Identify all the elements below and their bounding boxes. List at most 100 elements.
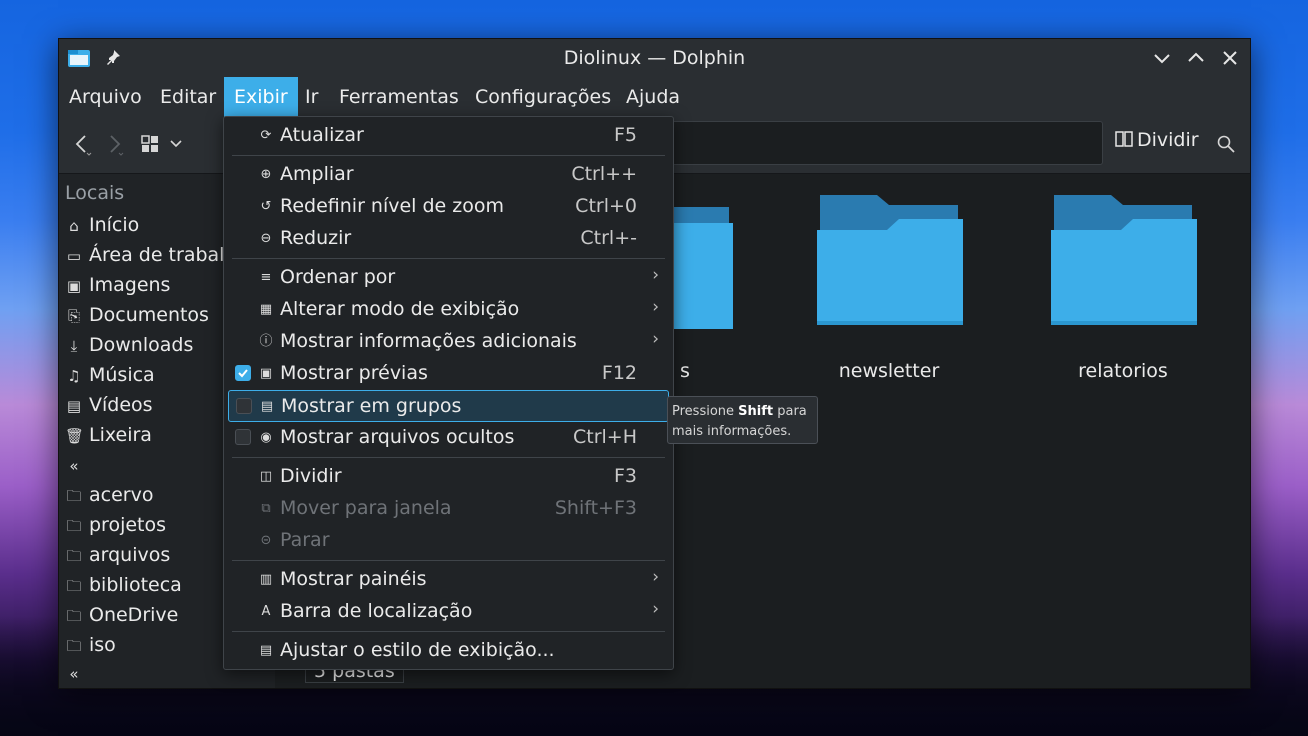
place-imagens[interactable]: ▣ Imagens (65, 270, 171, 300)
tooltip-text: mais informações. (672, 424, 792, 439)
menu-item-mostrar-em-grupos[interactable]: ▤ Mostrar em grupos (228, 390, 669, 422)
sort-icon: ≡ (260, 270, 272, 285)
menu-item-informacoes-adicionais[interactable]: ⓘ Mostrar informações adicionais › (228, 326, 669, 358)
stop-icon: ⊝ (260, 533, 272, 548)
menu-item-ajustar-estilo[interactable]: ▤ Ajustar o estilo de exibição... (228, 635, 669, 667)
menu-item-redefinir-zoom[interactable]: ↺ Redefinir nível de zoom Ctrl+0 (228, 191, 669, 223)
back-icon[interactable] (73, 133, 93, 157)
maximize-button[interactable] (1185, 47, 1207, 69)
trash-icon: 🗑 (65, 427, 85, 445)
image-icon: ▣ (66, 277, 82, 295)
menu-item-ordenar-por[interactable]: ≡ Ordenar por › (228, 262, 669, 294)
menu-item-arquivos-ocultos[interactable]: ◉ Mostrar arquivos ocultos Ctrl+H (228, 422, 669, 454)
tooltip: Pressione Shift para mais informações. (667, 396, 818, 444)
menu-item-shortcut: Shift+F3 (554, 497, 637, 519)
place-musica[interactable]: ♫ Música (65, 360, 154, 390)
menu-arquivo[interactable]: Arquivo (59, 77, 152, 117)
folder-item-icon[interactable] (1051, 195, 1197, 330)
menu-item-ampliar[interactable]: ⊕ Ampliar Ctrl++ (228, 159, 669, 191)
menu-item-barra-de-localizacao[interactable]: A Barra de localização › (228, 596, 669, 628)
place-label: Início (89, 214, 140, 236)
place-projetos[interactable]: 🗀 projetos (65, 510, 166, 540)
menu-item-label: Mostrar em grupos (281, 395, 462, 417)
titlebar: Diolinux — Dolphin (59, 39, 1250, 77)
minimize-button[interactable] (1151, 47, 1173, 69)
place-arquivos[interactable]: 🗀 arquivos (65, 540, 170, 570)
menu-item-label: Mostrar painéis (280, 568, 427, 590)
chevron-right-icon: › (652, 567, 659, 587)
menu-item-mostrar-paineis[interactable]: ▥ Mostrar painéis › (228, 564, 669, 596)
checkbox-unchecked[interactable] (236, 398, 252, 414)
search-icon[interactable] (1217, 135, 1235, 153)
place-lixeira[interactable]: 🗑 Lixeira (65, 420, 152, 450)
location-bar-icon: A (261, 604, 271, 619)
menu-item-label: Alterar modo de exibição (280, 298, 520, 320)
menu-item-label: Redefinir nível de zoom (280, 195, 505, 217)
place-label: Imagens (89, 274, 171, 296)
chevron-down-icon[interactable] (169, 139, 183, 149)
tooltip-text: para (773, 404, 807, 419)
menu-item-shortcut: F5 (613, 124, 637, 146)
folder-item-icon[interactable] (817, 195, 963, 330)
folder-icon: 🗀 (66, 637, 82, 655)
view-mode-icon: ▦ (259, 302, 273, 317)
menu-item-label: Ordenar por (280, 266, 396, 288)
folder-label: newsletter (838, 360, 940, 382)
location-bar[interactable] (671, 121, 1103, 165)
close-button[interactable] (1219, 47, 1241, 69)
menu-separator (232, 258, 665, 259)
view-mode-icon[interactable] (141, 135, 159, 153)
place-downloads[interactable]: ⤓ Downloads (65, 330, 194, 360)
split-button[interactable]: Dividir (1115, 129, 1199, 157)
split-label: Dividir (1137, 129, 1199, 151)
menu-configuracoes[interactable]: Configurações (465, 77, 621, 117)
double-chevron-left-icon: « (69, 665, 79, 683)
menu-item-dividir[interactable]: ◫ Dividir F3 (228, 461, 669, 493)
menu-ferramentas[interactable]: Ferramentas (329, 77, 469, 117)
menu-ajuda[interactable]: Ajuda (616, 77, 690, 117)
place-label: Vídeos (89, 394, 153, 416)
menu-item-reduzir[interactable]: ⊖ Reduzir Ctrl+- (228, 223, 669, 255)
collapse-section-button[interactable]: « (65, 658, 89, 688)
checkbox-unchecked[interactable] (235, 429, 251, 445)
place-area-de-trabalho[interactable]: ▭ Área de trabalho (65, 240, 248, 270)
folder-label: s (680, 360, 690, 382)
folder-label: relatorios (1078, 360, 1168, 382)
checkbox-checked[interactable] (235, 365, 251, 381)
chevron-right-icon: › (652, 599, 659, 619)
place-videos[interactable]: ▤ Vídeos (65, 390, 153, 420)
menu-item-atualizar[interactable]: ⟳ Atualizar F5 (228, 120, 669, 152)
place-iso[interactable]: 🗀 iso (65, 630, 115, 660)
folder-icon: 🗀 (66, 607, 82, 625)
menu-editar[interactable]: Editar (150, 77, 226, 117)
menu-item-alterar-modo[interactable]: ▦ Alterar modo de exibição › (228, 294, 669, 326)
tooltip-key: Shift (738, 404, 774, 419)
music-icon: ♫ (67, 367, 81, 385)
place-acervo[interactable]: 🗀 acervo (65, 480, 153, 510)
place-label: OneDrive (89, 604, 179, 626)
place-onedrive[interactable]: 🗀 OneDrive (65, 600, 178, 630)
menu-item-label: Mostrar prévias (280, 362, 428, 384)
place-label: Lixeira (89, 424, 152, 446)
split-icon: ◫ (259, 469, 273, 484)
download-icon: ⤓ (70, 337, 78, 355)
chevron-right-icon: › (652, 265, 659, 285)
menu-item-label: Mostrar arquivos ocultos (280, 426, 515, 448)
place-label: Downloads (89, 334, 194, 356)
menu-ir[interactable]: Ir (295, 77, 328, 117)
video-icon: ▤ (66, 397, 82, 415)
place-inicio[interactable]: ⌂ Início (65, 210, 139, 240)
place-documentos[interactable]: ⎘ Documentos (65, 300, 209, 330)
menu-exibir[interactable]: Exibir (224, 77, 298, 117)
collapse-section-button[interactable]: « (65, 450, 89, 480)
double-chevron-left-icon: « (69, 457, 79, 475)
zoom-out-icon: ⊖ (260, 231, 272, 246)
menu-item-label: Reduzir (280, 227, 352, 249)
menu-separator (232, 631, 665, 632)
forward-icon[interactable] (105, 133, 125, 157)
place-biblioteca[interactable]: 🗀 biblioteca (65, 570, 181, 600)
menu-item-shortcut: F12 (601, 362, 637, 384)
menu-item-mostrar-previas[interactable]: ▣ Mostrar prévias F12 (228, 358, 669, 390)
menu-item-shortcut: Ctrl++ (571, 163, 637, 185)
folder-item-icon[interactable] (663, 195, 741, 330)
